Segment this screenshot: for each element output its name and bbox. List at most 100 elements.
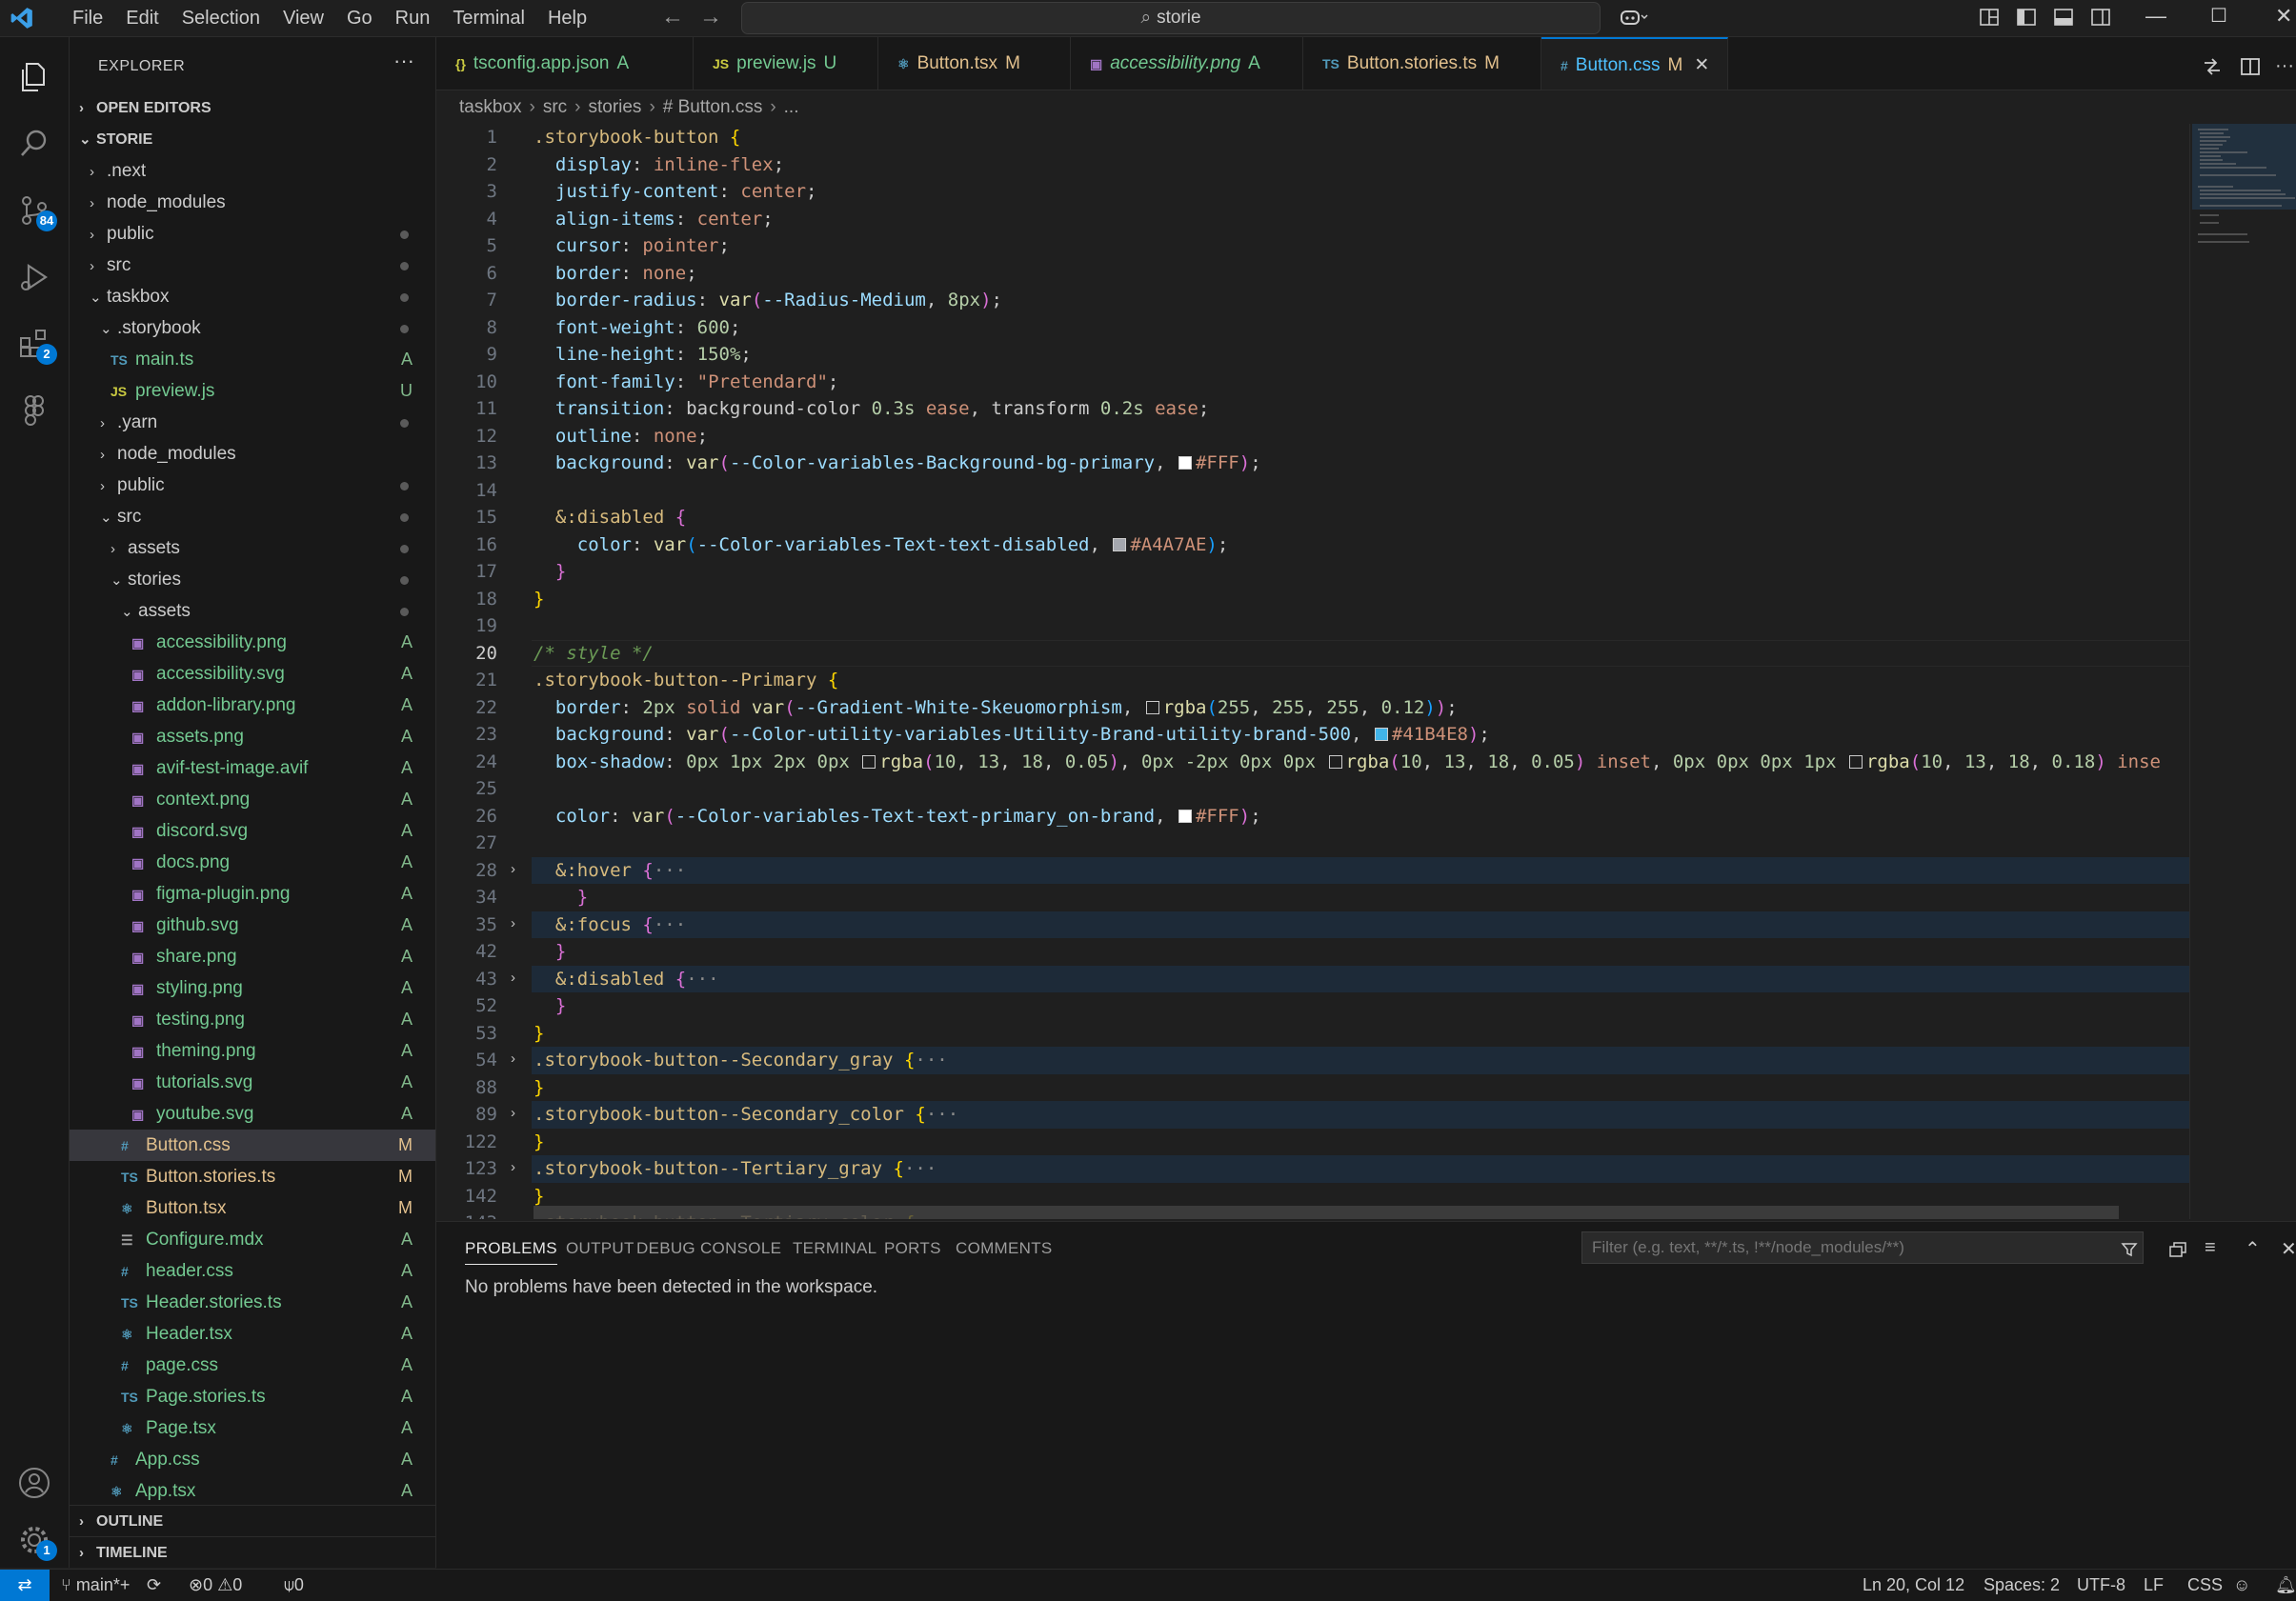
copilot-icon[interactable] [1620, 8, 1648, 27]
editor-tab[interactable]: # Button.css M ✕ [1541, 37, 1728, 90]
extensions-icon[interactable]: 2 [17, 327, 57, 365]
editor-tab[interactable]: TS Button.stories.ts M [1303, 37, 1541, 90]
accounts-icon[interactable] [17, 1466, 51, 1500]
tree-file[interactable]: ▣ avif-test-image.avif A [70, 752, 435, 784]
color-swatch-icon[interactable] [1178, 809, 1192, 823]
tree-file[interactable]: ▣ tutorials.svg A [70, 1067, 435, 1098]
tree-file[interactable]: ⚛ Button.tsx M [70, 1192, 435, 1224]
customize-layout-icon[interactable] [1979, 8, 2000, 27]
branch-indicator[interactable]: ⑂ main*+ [61, 1570, 130, 1601]
color-swatch-icon[interactable] [1848, 754, 1863, 769]
close-panel-icon[interactable]: ✕ [2281, 1237, 2296, 1261]
tree-file[interactable]: # header.css A [70, 1255, 435, 1287]
close-window-icon[interactable]: ✕ [2275, 4, 2292, 29]
panel-tab-debug-console[interactable]: DEBUG CONSOLE [636, 1239, 781, 1258]
fold-chevron-icon[interactable]: › [511, 970, 515, 986]
view-as-list-icon[interactable]: ≡ [2205, 1237, 2216, 1259]
tree-file[interactable]: ⚛ Page.tsx A [70, 1412, 435, 1444]
tree-folder[interactable]: ⌄ taskbox [70, 281, 435, 312]
tree-folder[interactable]: › node_modules [70, 438, 435, 470]
tree-file[interactable]: # Button.css M [70, 1130, 435, 1161]
tree-file[interactable]: ▣ theming.png A [70, 1035, 435, 1067]
open-editors-section[interactable]: › OPEN EDITORS [70, 92, 435, 124]
tree-folder[interactable]: › .next [70, 155, 435, 187]
maximize-icon[interactable]: ☐ [2210, 4, 2227, 28]
tree-file[interactable]: ▣ accessibility.svg A [70, 658, 435, 690]
tree-file[interactable]: ⚛ Header.tsx A [70, 1318, 435, 1350]
tree-file[interactable]: ▣ youtube.svg A [70, 1098, 435, 1130]
tree-file[interactable]: # App.css A [70, 1444, 435, 1475]
panel-tab-terminal[interactable]: TERMINAL [793, 1239, 876, 1258]
cursor-position[interactable]: Ln 20, Col 12 [1863, 1570, 1964, 1601]
tree-file[interactable]: ▣ testing.png A [70, 1004, 435, 1035]
color-swatch-icon[interactable] [1145, 700, 1159, 714]
encoding[interactable]: UTF-8 [2077, 1570, 2125, 1601]
fold-chevron-icon[interactable]: › [511, 1051, 515, 1067]
problems-filter-input[interactable] [1581, 1231, 2144, 1264]
editor-tab[interactable]: ⚛ Button.tsx M [878, 37, 1071, 90]
back-arrow-icon[interactable]: ← [661, 4, 684, 30]
menu-view[interactable]: View [272, 0, 335, 36]
tree-folder[interactable]: ⌄ assets [70, 595, 435, 627]
tree-folder[interactable]: › .yarn [70, 407, 435, 438]
run-debug-icon[interactable] [17, 260, 51, 294]
tree-file[interactable]: ⚛ App.tsx A [70, 1475, 435, 1507]
tree-file[interactable]: ▣ context.png A [70, 784, 435, 815]
breadcrumb-item[interactable]: ... [784, 97, 799, 117]
filter-icon[interactable] [2121, 1241, 2138, 1258]
tree-file[interactable]: JS preview.js U [70, 375, 435, 407]
fold-chevron-icon[interactable]: › [511, 1105, 515, 1121]
source-control-icon[interactable]: 84 [17, 193, 57, 231]
tree-file[interactable]: ▣ github.svg A [70, 910, 435, 941]
manage-gear-icon[interactable]: 1 [17, 1523, 57, 1561]
code-editor[interactable]: 1 .storybook-button {2 display: inline-fl… [436, 124, 2189, 1219]
outline-section[interactable]: › OUTLINE [70, 1505, 435, 1537]
menu-edit[interactable]: Edit [114, 0, 170, 36]
menu-help[interactable]: Help [536, 0, 598, 36]
menu-file[interactable]: File [61, 0, 114, 36]
tree-file[interactable]: ▣ addon-library.png A [70, 690, 435, 721]
split-editor-icon[interactable] [2239, 55, 2262, 78]
tree-file[interactable]: TS Header.stories.ts A [70, 1287, 435, 1318]
tree-file[interactable]: ▣ styling.png A [70, 972, 435, 1004]
color-swatch-icon[interactable] [862, 754, 876, 769]
panel-tab-ports[interactable]: PORTS [884, 1239, 941, 1258]
tree-folder[interactable]: › node_modules [70, 187, 435, 218]
tree-folder[interactable]: › public [70, 218, 435, 250]
copilot-status-icon[interactable]: ☺ [2233, 1570, 2250, 1601]
ports-indicator[interactable]: ⍦0 [284, 1570, 304, 1601]
tree-file[interactable]: # page.css A [70, 1350, 435, 1381]
collapse-all-icon[interactable] [2168, 1241, 2187, 1258]
fold-chevron-icon[interactable]: › [511, 1159, 515, 1175]
open-changes-icon[interactable] [2201, 55, 2224, 78]
toggle-panel-icon[interactable] [2053, 8, 2074, 27]
workspace-root-section[interactable]: ⌄ STORIE [70, 124, 435, 155]
forward-arrow-icon[interactable]: → [699, 4, 722, 30]
toggle-primary-sidebar-icon[interactable] [2016, 8, 2037, 27]
sync-icon[interactable]: ⟳ [147, 1570, 161, 1601]
panel-tab-comments[interactable]: COMMENTS [956, 1239, 1053, 1258]
fold-chevron-icon[interactable]: › [511, 1213, 515, 1219]
language-mode[interactable]: CSS [2187, 1570, 2223, 1601]
notifications-bell-icon[interactable]: 🔔︎ [2275, 1570, 2296, 1601]
horizontal-scrollbar[interactable] [534, 1206, 2119, 1219]
search-view-icon[interactable] [17, 127, 51, 161]
maximize-panel-icon[interactable]: ⌃ [2245, 1237, 2261, 1261]
timeline-section[interactable]: › TIMELINE [70, 1536, 435, 1568]
indentation[interactable]: Spaces: 2 [1984, 1570, 2060, 1601]
minimize-icon[interactable]: — [2145, 4, 2166, 29]
fold-chevron-icon[interactable]: › [511, 915, 515, 931]
vscode-logo-icon[interactable] [10, 6, 34, 30]
tree-file[interactable]: ☰ Configure.mdx A [70, 1224, 435, 1255]
tree-folder[interactable]: › public [70, 470, 435, 501]
tree-folder[interactable]: › assets [70, 532, 435, 564]
close-tab-icon[interactable]: ✕ [1694, 55, 1709, 75]
panel-tab-problems[interactable]: PROBLEMS [465, 1239, 557, 1265]
tree-file[interactable]: ▣ discord.svg A [70, 815, 435, 847]
breadcrumb-item[interactable]: stories [588, 97, 641, 117]
end-of-line[interactable]: LF [2144, 1570, 2164, 1601]
tree-folder[interactable]: ⌄ .storybook [70, 312, 435, 344]
tree-file[interactable]: ▣ figma-plugin.png A [70, 878, 435, 910]
fold-chevron-icon[interactable]: › [511, 861, 515, 877]
breadcrumb-item[interactable]: taskbox [459, 97, 521, 117]
